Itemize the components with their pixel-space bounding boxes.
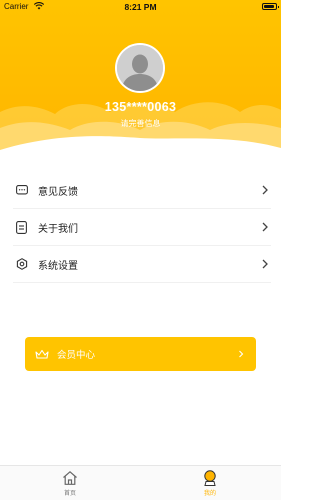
- menu-item-feedback[interactable]: 意见反馈: [13, 172, 271, 209]
- member-center-button[interactable]: 会员中心: [25, 337, 256, 371]
- tab-label-mine: 我的: [203, 490, 216, 497]
- settings-gear-icon: [15, 258, 28, 271]
- complete-info-link[interactable]: 请完善信息: [0, 118, 281, 129]
- profile-screen: Carrier 8:21 PM 135****0063 请完善信息 意见反馈 关…: [0, 0, 281, 500]
- avatar[interactable]: [115, 43, 165, 93]
- phone-number: 135****0063: [104, 100, 177, 114]
- member-center-label: 会员中心: [57, 350, 96, 361]
- tab-label-home: 首页: [63, 490, 76, 497]
- feedback-icon: [15, 184, 28, 197]
- menu-item-about[interactable]: 关于我们: [13, 209, 271, 246]
- profile-icon: [204, 470, 216, 486]
- tab-home[interactable]: 首页: [50, 470, 90, 497]
- avatar-placeholder-icon: [117, 45, 163, 91]
- bottom-tab-bar: 首页 我的: [0, 465, 281, 500]
- menu-label-settings: 系统设置: [38, 260, 78, 272]
- chevron-right-icon: [262, 222, 268, 232]
- document-icon: [15, 220, 28, 234]
- status-bar: Carrier 8:21 PM: [0, 0, 281, 14]
- status-time: 8:21 PM: [124, 2, 157, 12]
- crown-icon: [35, 349, 49, 359]
- chevron-right-icon: [262, 259, 268, 269]
- profile-header: Carrier 8:21 PM 135****0063 请完善信息: [0, 0, 281, 162]
- home-icon: [63, 471, 77, 485]
- menu-label-feedback: 意见反馈: [38, 186, 78, 198]
- battery-icon: [262, 3, 279, 10]
- chevron-right-icon: [239, 350, 244, 358]
- menu-label-about: 关于我们: [38, 223, 78, 235]
- settings-menu: 意见反馈 关于我们 系统设置: [0, 172, 281, 283]
- tab-mine[interactable]: 我的: [190, 470, 230, 497]
- chevron-right-icon: [262, 185, 268, 195]
- menu-item-settings[interactable]: 系统设置: [13, 246, 271, 283]
